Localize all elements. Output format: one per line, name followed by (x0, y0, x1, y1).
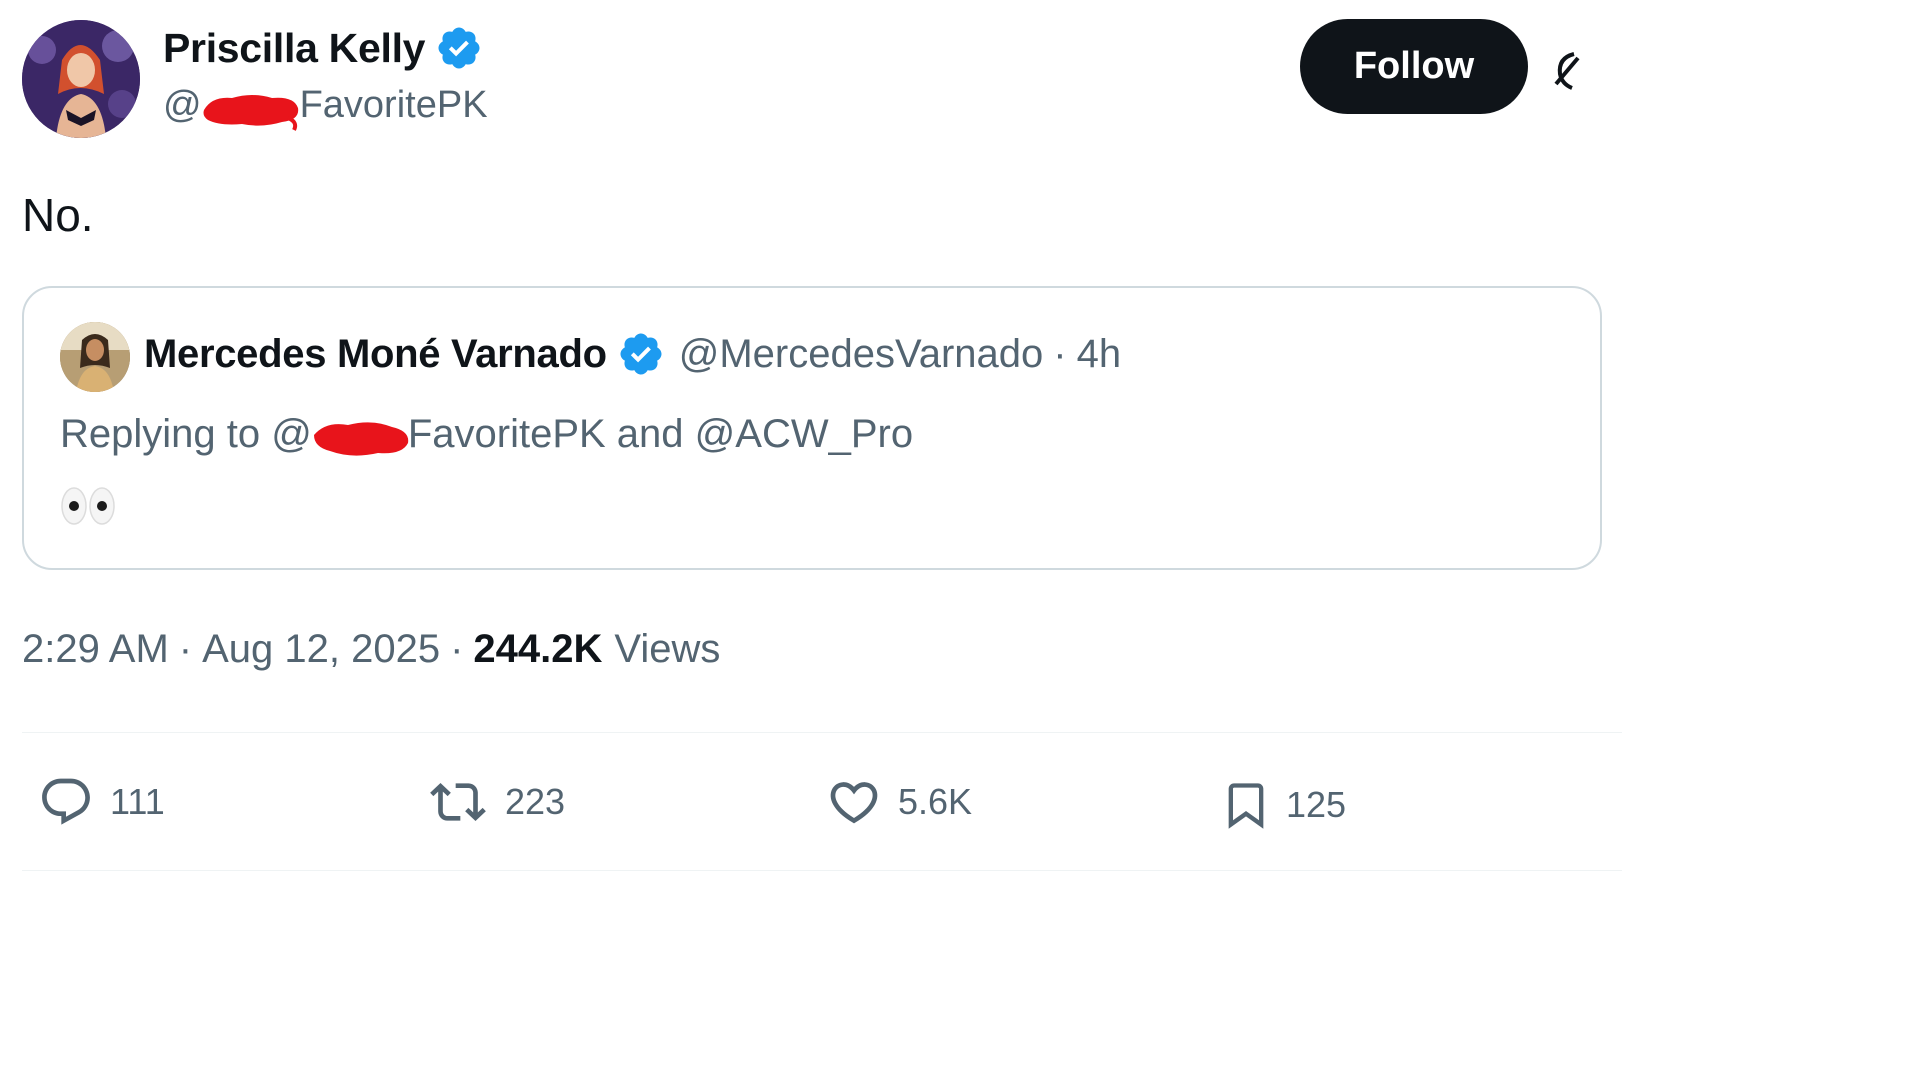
separator-dot: · (1053, 331, 1067, 376)
retweet-icon (430, 783, 486, 821)
tweet-meta: 2:29 AM · Aug 12, 2025 · 244.2K Views (22, 627, 720, 672)
separator-dot: · (178, 627, 193, 671)
handle-suffix: FavoritePK (299, 84, 488, 126)
verified-badge-icon (438, 27, 480, 69)
tweet-time[interactable]: 2:29 AM (22, 627, 169, 672)
author-handle[interactable]: @ FavoritePK (163, 84, 488, 131)
redaction-mark (312, 415, 409, 456)
retweet-count: 223 (505, 781, 566, 822)
eyes-emoji-icon (60, 484, 120, 528)
bookmark-button[interactable]: 125 (1220, 774, 1346, 836)
quoted-tweet-card[interactable]: Mercedes Moné Varnado @MercedesVarnado ·… (22, 286, 1602, 570)
verified-badge-icon (620, 333, 662, 375)
grok-icon[interactable] (1552, 48, 1582, 92)
retweet-button[interactable]: 223 (425, 774, 565, 830)
heart-icon (830, 782, 878, 824)
like-count: 5.6K (898, 781, 973, 822)
replying-prefix: Replying to @ (60, 412, 312, 456)
tweet-date[interactable]: Aug 12, 2025 (202, 627, 440, 672)
bookmark-icon (1228, 783, 1264, 829)
reply-button[interactable]: 111 (36, 774, 165, 830)
author-display-name[interactable]: Priscilla Kelly (163, 25, 425, 72)
replying-to-line: Replying to @ FavoritePK and @ACW_Pro (60, 412, 913, 457)
quoted-tweet-time[interactable]: 4h (1077, 332, 1122, 377)
tweet-text: No. (22, 189, 94, 241)
separator-dot: · (450, 627, 464, 671)
views-count: 244.2K (473, 627, 603, 671)
reply-bubble-icon (42, 778, 90, 825)
views-label: Views (614, 627, 721, 671)
handle-prefix: @ (163, 84, 202, 126)
redaction-mark (202, 88, 300, 131)
like-button[interactable]: 5.6K (824, 774, 972, 830)
quoted-author-name[interactable]: Mercedes Moné Varnado (144, 332, 607, 377)
divider (22, 732, 1622, 733)
reply-count: 111 (110, 781, 165, 822)
bookmark-count: 125 (1286, 784, 1347, 825)
divider (22, 870, 1622, 871)
quoted-author-avatar[interactable] (60, 322, 130, 392)
follow-button[interactable]: Follow (1300, 19, 1528, 114)
author-avatar[interactable] (22, 20, 140, 138)
quoted-author-handle[interactable]: @MercedesVarnado (679, 332, 1044, 377)
replying-suffix: FavoritePK and @ACW_Pro (407, 412, 914, 456)
